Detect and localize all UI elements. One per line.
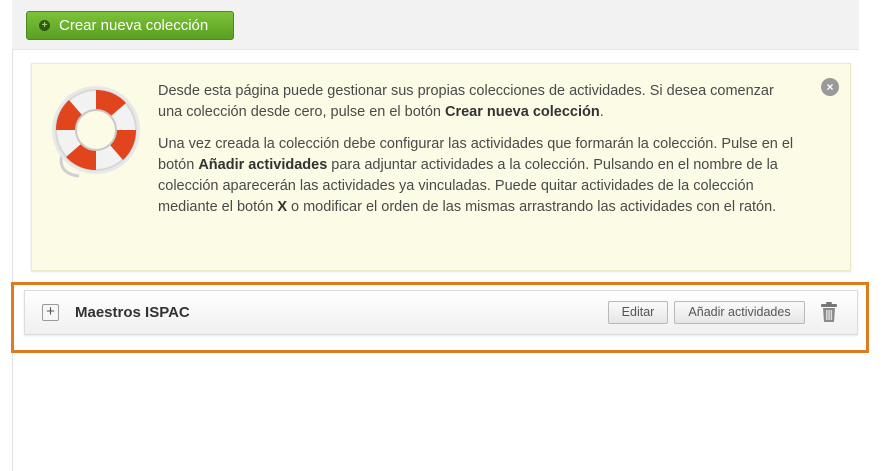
trash-icon[interactable]	[820, 301, 838, 323]
help-text-bold: Crear nueva colección	[444, 104, 600, 120]
help-paragraph-1: Desde esta página puede gestionar sus pr…	[158, 81, 798, 123]
create-collection-label: Crear nueva colección	[59, 17, 209, 34]
help-text: Desde esta página puede gestionar sus pr…	[158, 81, 798, 229]
lifebuoy-icon	[52, 86, 140, 178]
expand-plus-icon[interactable]: +	[42, 304, 59, 321]
collection-name[interactable]: Maestros ISPAC	[75, 304, 190, 321]
help-info-box: Desde esta página puede gestionar sus pr…	[31, 63, 851, 271]
help-text-segment: .	[599, 104, 604, 120]
help-text-bold: X	[277, 199, 287, 215]
edit-button[interactable]: Editar	[608, 301, 668, 324]
close-icon[interactable]: ×	[821, 78, 839, 96]
plus-circle-icon: +	[39, 20, 50, 31]
collection-row: + Maestros ISPAC Editar Añadir actividad…	[24, 290, 858, 335]
help-text-segment: o modificar el orden de las mismas arras…	[286, 199, 777, 215]
create-collection-button[interactable]: + Crear nueva colección	[26, 11, 234, 40]
add-activities-button[interactable]: Añadir actividades	[674, 301, 805, 324]
help-paragraph-2: Una vez creada la colección debe configu…	[158, 134, 798, 218]
help-text-bold: Añadir actividades	[198, 157, 328, 173]
